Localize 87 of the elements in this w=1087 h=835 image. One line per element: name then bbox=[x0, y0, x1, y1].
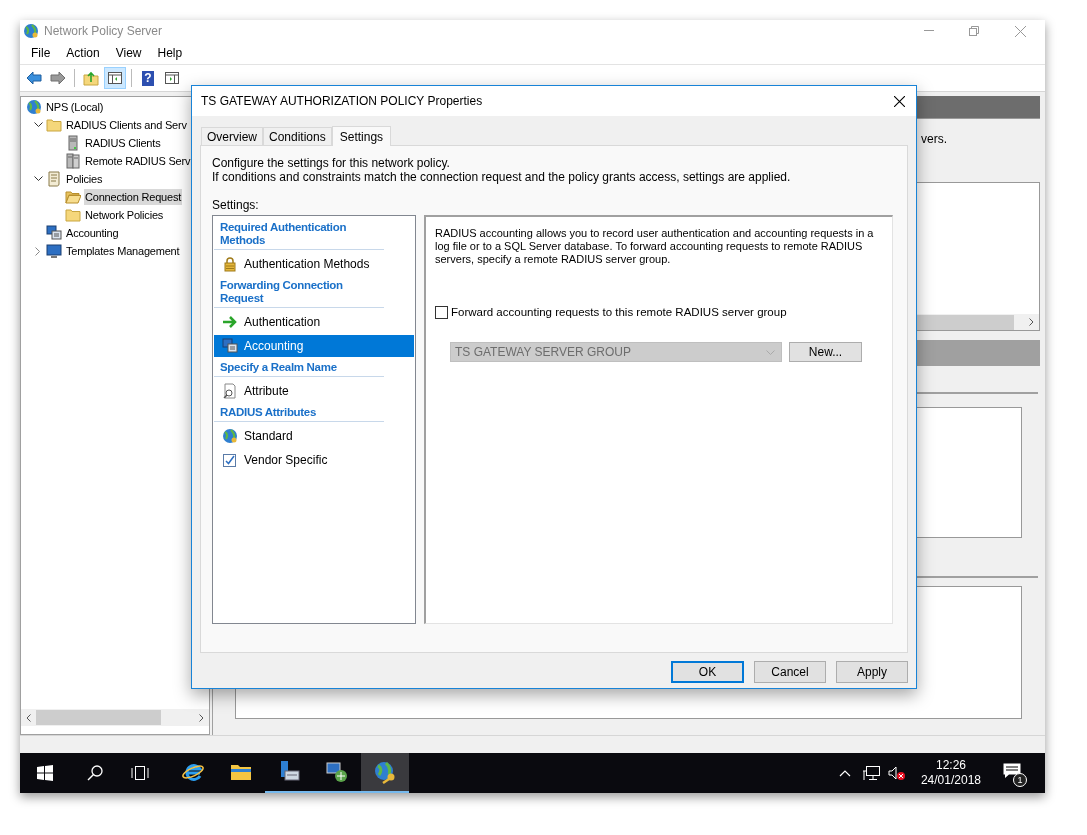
settings-item[interactable]: Authentication bbox=[214, 311, 414, 333]
server-icon bbox=[65, 135, 81, 151]
globe-icon bbox=[23, 23, 39, 39]
console-tree-icon bbox=[107, 70, 123, 86]
start-icon[interactable] bbox=[37, 765, 53, 781]
section-heading: Specify a Realm Name bbox=[214, 359, 384, 377]
caret-up-icon[interactable] bbox=[838, 769, 851, 777]
notification-count: 1 bbox=[1013, 773, 1027, 787]
menu-item[interactable]: Action bbox=[58, 44, 108, 62]
chevron-down-icon bbox=[766, 349, 775, 355]
settings-item[interactable]: Authentication Methods bbox=[214, 253, 414, 275]
section-heading: RADIUS Attributes bbox=[214, 404, 384, 422]
back-arrow-icon bbox=[26, 70, 42, 86]
tree-item[interactable]: Accounting bbox=[65, 225, 120, 241]
accounting-description: RADIUS accounting allows you to record user authentication and accounting requests in a log file or to a SQL Server database. To forward accounting requests to remote RADIUS servers, specify a remote RADIUS server group. bbox=[435, 227, 875, 266]
minimize-icon[interactable] bbox=[924, 30, 934, 32]
monitor-icon bbox=[46, 243, 62, 259]
tree-item[interactable]: Templates Management bbox=[65, 243, 181, 259]
tree-item[interactable]: Network Policies bbox=[84, 207, 165, 223]
new-button[interactable]: New... bbox=[789, 342, 862, 363]
taskbar-app-button[interactable] bbox=[361, 753, 409, 793]
chevron-down-icon[interactable] bbox=[33, 122, 43, 128]
window-title: Network Policy Server bbox=[44, 23, 163, 40]
toolbar-button[interactable] bbox=[104, 67, 126, 89]
magnifier-icon bbox=[222, 383, 238, 399]
forward-accounting-checkbox[interactable]: Forward accounting requests to this remote RADIUS server group bbox=[435, 304, 892, 322]
settings-item[interactable]: Vendor Specific bbox=[214, 449, 414, 471]
menu-item[interactable]: View bbox=[107, 44, 150, 62]
arrow-right-icon bbox=[222, 314, 238, 330]
search-icon[interactable] bbox=[87, 765, 103, 781]
tree-item[interactable]: RADIUS Clients bbox=[84, 135, 162, 151]
tab[interactable]: Overview bbox=[201, 127, 263, 145]
action-pane-icon bbox=[164, 70, 180, 86]
servers-icon bbox=[65, 153, 81, 169]
help-icon: ? bbox=[142, 70, 154, 86]
clock-time[interactable]: 12:26 bbox=[935, 758, 966, 773]
chevron-down-icon[interactable] bbox=[33, 176, 43, 182]
checklist-icon bbox=[222, 452, 238, 468]
clock-date[interactable]: 24/01/2018 bbox=[920, 773, 981, 788]
scroll-right-icon[interactable] bbox=[1029, 318, 1034, 326]
description-text: If conditions and constraints match the connection request and the policy grants access, settings are applied. bbox=[212, 170, 792, 184]
network-computer-icon bbox=[325, 760, 349, 784]
settings-item[interactable]: Attribute bbox=[214, 380, 414, 402]
folder-icon bbox=[46, 117, 62, 133]
section-heading: Required Authentication Methods bbox=[214, 219, 384, 250]
tab[interactable]: Settings bbox=[331, 126, 392, 146]
network-icon[interactable] bbox=[862, 765, 880, 781]
chevron-right-icon[interactable] bbox=[35, 246, 41, 256]
folder-up-icon bbox=[83, 70, 99, 86]
tree-item[interactable]: Remote RADIUS Serv bbox=[84, 153, 192, 169]
computer-icon bbox=[46, 225, 62, 241]
menu-item[interactable]: File bbox=[23, 44, 59, 62]
description-text: Configure the settings for this network policy. bbox=[212, 156, 451, 170]
computer-icon bbox=[222, 338, 238, 354]
scrollbar-thumb[interactable] bbox=[36, 710, 161, 725]
tree-item[interactable]: Policies bbox=[65, 171, 104, 187]
close-icon[interactable] bbox=[894, 95, 905, 107]
settings-item[interactable]: Accounting bbox=[214, 335, 414, 357]
padlock-icon bbox=[222, 256, 238, 272]
open-folder-icon bbox=[65, 189, 81, 205]
dialog-title: TS GATEWAY AUTHORIZATION POLICY Properties bbox=[201, 93, 483, 110]
globe-icon bbox=[26, 99, 42, 115]
description-text: vers. bbox=[921, 130, 947, 148]
folder-icon bbox=[65, 207, 81, 223]
globe-key-icon bbox=[373, 760, 397, 784]
muted-speaker-icon[interactable] bbox=[887, 765, 905, 781]
section-heading: Forwarding Connection Request bbox=[214, 277, 384, 308]
restore-icon[interactable] bbox=[969, 26, 979, 36]
menu-item[interactable]: Help bbox=[149, 44, 191, 62]
task-view-icon[interactable] bbox=[131, 766, 149, 780]
settings-item[interactable]: Standard bbox=[214, 425, 414, 447]
dialog-button[interactable]: Apply bbox=[836, 661, 908, 683]
document-icon bbox=[46, 171, 62, 187]
dialog-button[interactable]: OK bbox=[671, 661, 744, 683]
horizontal-scrollbar[interactable] bbox=[21, 709, 209, 726]
scroll-right-icon[interactable] bbox=[199, 713, 204, 722]
speech-bubble-icon bbox=[1003, 763, 1021, 779]
tree-item[interactable]: RADIUS Clients and Serv bbox=[65, 117, 188, 133]
tab[interactable]: Conditions bbox=[263, 127, 332, 145]
toolbar-button[interactable]: ? bbox=[137, 67, 159, 89]
forward-arrow-icon bbox=[50, 70, 66, 86]
settings-label: Settings: bbox=[212, 198, 260, 212]
tree-item[interactable]: NPS (Local) bbox=[45, 99, 105, 115]
tree-item[interactable]: Connection Request bbox=[84, 189, 183, 205]
globe-icon bbox=[222, 428, 238, 444]
dialog-button[interactable]: Cancel bbox=[754, 661, 826, 683]
scroll-left-icon[interactable] bbox=[26, 713, 31, 722]
